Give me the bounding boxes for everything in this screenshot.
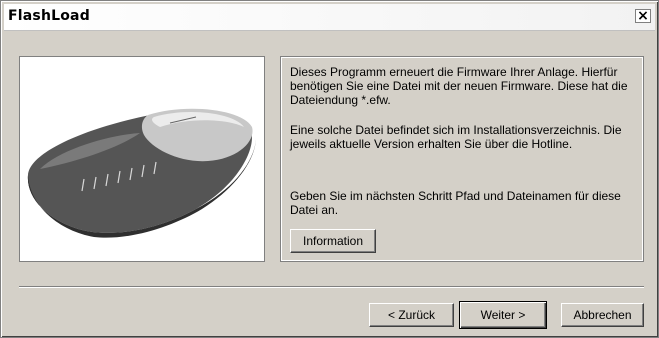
firmware-intro-text: Dieses Programm erneuert die Firmware Ih… <box>290 65 628 107</box>
close-icon: × <box>637 7 649 24</box>
next-step-text: Geben Sie im nächsten Schritt Pfad und D… <box>290 189 621 217</box>
info-panel: Dieses Programm erneuert die Firmware Ih… <box>280 56 644 262</box>
next-button[interactable]: Weiter > <box>459 301 547 329</box>
separator <box>19 286 644 288</box>
flashload-dialog: FlashLoad × Dieses Programm erneuert die… <box>0 0 659 338</box>
router-image <box>19 56 265 262</box>
close-button[interactable]: × <box>635 9 651 23</box>
back-button[interactable]: < Zurück <box>369 303 454 327</box>
window-title: FlashLoad <box>8 8 90 24</box>
title-bar[interactable]: FlashLoad × <box>4 4 655 31</box>
cancel-button[interactable]: Abbrechen <box>561 303 644 327</box>
router-illustration <box>27 108 256 238</box>
information-button[interactable]: Information <box>290 229 376 253</box>
file-location-text: Eine solche Datei befindet sich im Insta… <box>290 123 622 151</box>
